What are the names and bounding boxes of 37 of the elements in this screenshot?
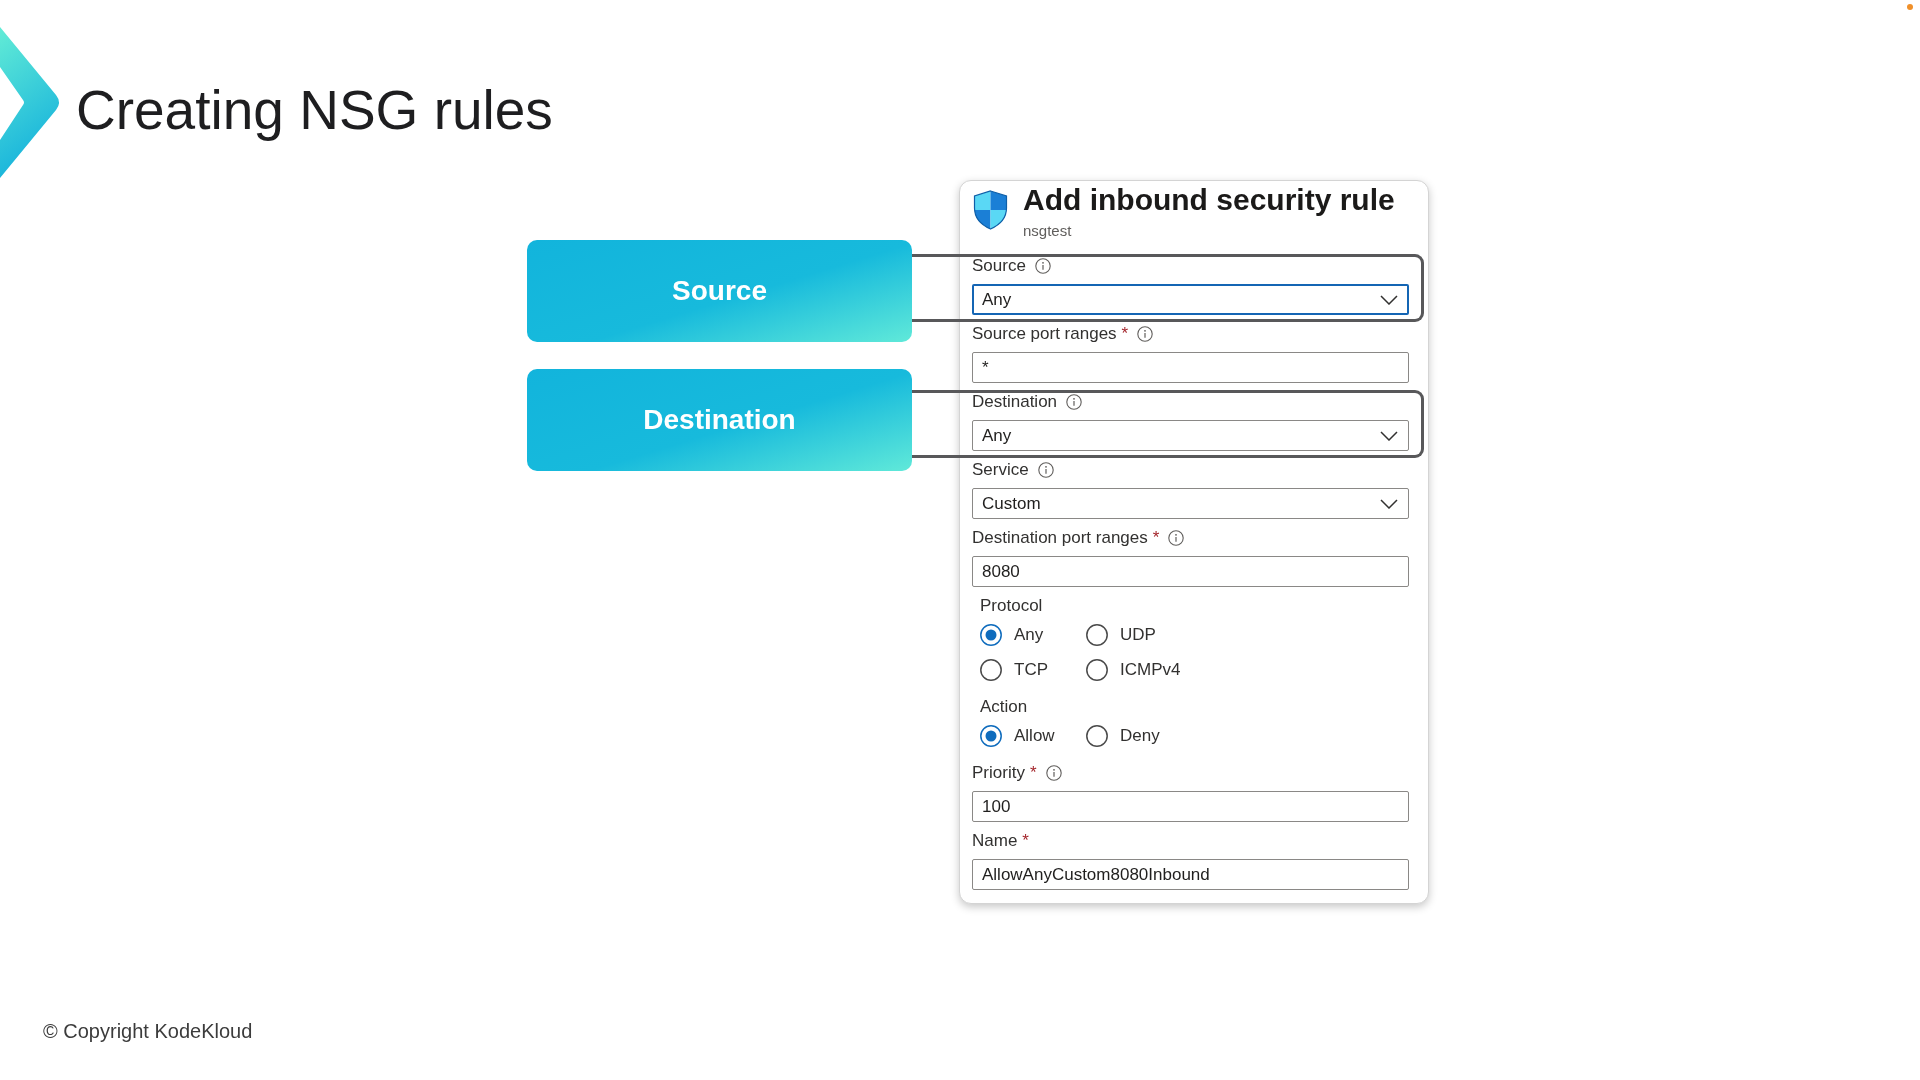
field-label: Priority — [972, 763, 1025, 783]
chevron-down-icon — [1380, 498, 1398, 509]
field-label: Destination port ranges — [972, 528, 1148, 548]
radio-option[interactable]: TCP — [980, 652, 1048, 687]
input-field[interactable]: 8080 — [972, 556, 1409, 587]
required-mark: * — [1152, 528, 1160, 548]
field-label: Protocol — [980, 596, 1043, 616]
input-field[interactable]: * — [972, 352, 1409, 383]
radio-option[interactable]: UDP — [1086, 617, 1156, 652]
required-mark: * — [1121, 324, 1129, 344]
dialog-subtitle: nsgtest — [1023, 222, 1073, 240]
dot-icon — [1907, 4, 1913, 10]
field-label: Service — [972, 460, 1029, 480]
field-label: Name — [972, 831, 1018, 851]
chevron-down-icon — [1380, 294, 1398, 305]
radio-option[interactable]: ICMPv4 — [1086, 652, 1181, 687]
field-label: Action — [980, 697, 1028, 717]
chevron-logo-icon — [0, 27, 62, 178]
input-field[interactable]: 100 — [972, 791, 1409, 822]
field-label: Destination — [972, 392, 1058, 412]
chevron-down-icon — [1380, 430, 1398, 441]
radio-option[interactable]: Allow — [980, 718, 1055, 753]
field-label: Source — [972, 256, 1026, 276]
callout-label: Source — [527, 240, 912, 342]
input-field[interactable]: AllowAnyCustom8080Inbound — [972, 859, 1409, 890]
field-label: Source port ranges — [972, 324, 1117, 344]
required-mark: * — [1022, 831, 1029, 851]
dialog-title: Add inbound security rule — [1023, 183, 1395, 217]
radio-option[interactable]: Any — [980, 617, 1044, 652]
required-mark: * — [1029, 763, 1037, 783]
shield-icon — [972, 190, 1009, 230]
callout-label: Destination — [527, 369, 912, 471]
select-field[interactable]: Any — [972, 420, 1409, 451]
radio-option[interactable]: Deny — [1086, 718, 1160, 753]
select-field[interactable]: Any — [972, 284, 1409, 315]
select-field[interactable]: Custom — [972, 488, 1409, 519]
copyright-text: © Copyright KodeKloud — [43, 1019, 253, 1043]
